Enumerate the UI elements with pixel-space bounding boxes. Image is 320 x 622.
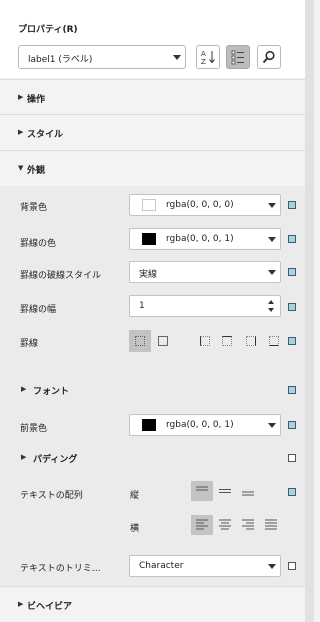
expand-arrow-icon: ▶ <box>18 600 24 608</box>
categorized-button[interactable] <box>226 45 250 69</box>
align-left-icon <box>196 519 208 530</box>
section-behavior-label: ビヘイビア <box>27 602 73 612</box>
padding-group-label[interactable]: パディング <box>33 452 77 465</box>
foreground-color-value: rgba(0, 0, 0, 1) <box>166 420 234 430</box>
align-top-icon <box>196 486 208 491</box>
object-selector[interactable]: label1 (ラベル) <box>18 45 186 69</box>
reset-indicator[interactable] <box>288 235 296 243</box>
align-center-icon <box>219 519 231 530</box>
reset-indicator[interactable] <box>288 268 296 276</box>
expand-arrow-icon[interactable]: ▶ <box>21 385 26 393</box>
align-left-button[interactable] <box>191 515 213 535</box>
scrollbar-track[interactable] <box>305 0 314 622</box>
border-color-label: 罫線の色 <box>20 239 57 249</box>
categorized-icon <box>231 50 244 65</box>
align-justify-icon <box>265 519 277 530</box>
expand-arrow-icon[interactable]: ▶ <box>21 453 26 461</box>
reset-indicator[interactable] <box>288 562 296 570</box>
align-bottom-icon <box>242 491 254 496</box>
border-width-label: 罫線の幅 <box>20 305 57 315</box>
border-none-button[interactable] <box>129 330 151 352</box>
collapse-arrow-icon: ▼ <box>18 164 24 172</box>
color-swatch <box>142 419 156 431</box>
borders-label: 罫線 <box>20 339 39 349</box>
reset-indicator[interactable] <box>288 421 296 429</box>
section-appearance[interactable]: ▼ 外観 <box>0 150 305 186</box>
section-style-label: スタイル <box>27 130 64 140</box>
text-trimming-label: テキストのトリミ… <box>20 564 101 574</box>
text-trimming-dropdown[interactable]: Character <box>129 555 281 577</box>
border-top-button[interactable] <box>216 330 238 352</box>
expand-arrow-icon: ▶ <box>18 128 24 136</box>
border-all-button[interactable] <box>152 330 174 352</box>
foreground-color-label: 前景色 <box>20 424 48 434</box>
sort-az-button[interactable]: A Z <box>196 45 220 69</box>
section-style[interactable]: ▶ スタイル <box>0 114 305 150</box>
border-left-icon <box>200 336 210 346</box>
align-middle-button[interactable] <box>214 481 236 501</box>
align-right-button[interactable] <box>237 515 259 535</box>
text-alignment-label: テキストの配列 <box>20 491 83 501</box>
align-right-icon <box>242 519 254 530</box>
reset-indicator[interactable] <box>288 201 296 209</box>
align-justify-button[interactable] <box>260 515 282 535</box>
border-color-dropdown[interactable]: rgba(0, 0, 0, 1) <box>129 228 281 250</box>
search-icon <box>262 50 275 64</box>
border-all-icon <box>158 336 168 346</box>
border-left-button[interactable] <box>194 330 216 352</box>
font-group-label[interactable]: フォント <box>33 384 69 397</box>
border-style-label: 罫線の破線スタイル <box>20 271 102 281</box>
border-top-icon <box>222 336 232 346</box>
background-color-label: 背景色 <box>20 203 48 213</box>
reset-indicator[interactable] <box>288 386 296 394</box>
search-button[interactable] <box>257 45 281 69</box>
vertical-alignment-label: 縦 <box>130 491 140 501</box>
object-selector-value: label1 (ラベル) <box>28 55 93 65</box>
section-behavior[interactable]: ▶ ビヘイビア <box>0 586 305 622</box>
background-color-value: rgba(0, 0, 0, 0) <box>166 200 234 210</box>
section-operation[interactable]: ▶ 操作 <box>0 79 305 115</box>
chevron-down-icon <box>268 564 276 569</box>
align-center-button[interactable] <box>214 515 236 535</box>
svg-text:A: A <box>201 50 206 58</box>
align-middle-icon <box>219 489 231 493</box>
border-style-dropdown[interactable]: 実線 <box>129 261 281 283</box>
border-right-button[interactable] <box>240 330 262 352</box>
sort-az-icon: A Z <box>201 50 215 65</box>
chevron-down-icon <box>268 203 276 208</box>
border-bottom-icon <box>269 336 279 346</box>
color-swatch <box>142 233 156 245</box>
text-trimming-value: Character <box>139 561 184 571</box>
border-width-stepper[interactable]: 1 <box>129 295 281 317</box>
chevron-down-icon <box>173 55 181 60</box>
svg-text:Z: Z <box>201 58 206 65</box>
reset-indicator[interactable] <box>288 454 296 462</box>
align-bottom-button[interactable] <box>237 481 259 501</box>
chevron-down-icon <box>268 237 276 242</box>
reset-indicator[interactable] <box>288 303 296 311</box>
border-color-value: rgba(0, 0, 0, 1) <box>166 234 234 244</box>
foreground-color-dropdown[interactable]: rgba(0, 0, 0, 1) <box>129 414 281 436</box>
section-appearance-label: 外観 <box>27 166 46 176</box>
horizontal-alignment-label: 横 <box>130 524 140 534</box>
border-style-value: 実線 <box>139 270 158 280</box>
color-swatch <box>142 199 156 211</box>
border-none-icon <box>135 336 145 346</box>
align-top-button[interactable] <box>191 481 213 501</box>
panel-title: プロパティ(R) <box>18 25 78 35</box>
chevron-down-icon <box>268 270 276 275</box>
reset-indicator[interactable] <box>288 488 296 496</box>
section-operation-label: 操作 <box>27 95 46 105</box>
reset-indicator[interactable] <box>288 337 296 345</box>
background-color-dropdown[interactable]: rgba(0, 0, 0, 0) <box>129 194 281 216</box>
chevron-down-icon <box>268 423 276 428</box>
spin-down-icon[interactable] <box>268 308 274 312</box>
expand-arrow-icon: ▶ <box>18 93 24 101</box>
spin-up-icon[interactable] <box>268 300 274 304</box>
border-right-icon <box>246 336 256 346</box>
border-width-value: 1 <box>139 301 145 311</box>
border-bottom-button[interactable] <box>263 330 285 352</box>
